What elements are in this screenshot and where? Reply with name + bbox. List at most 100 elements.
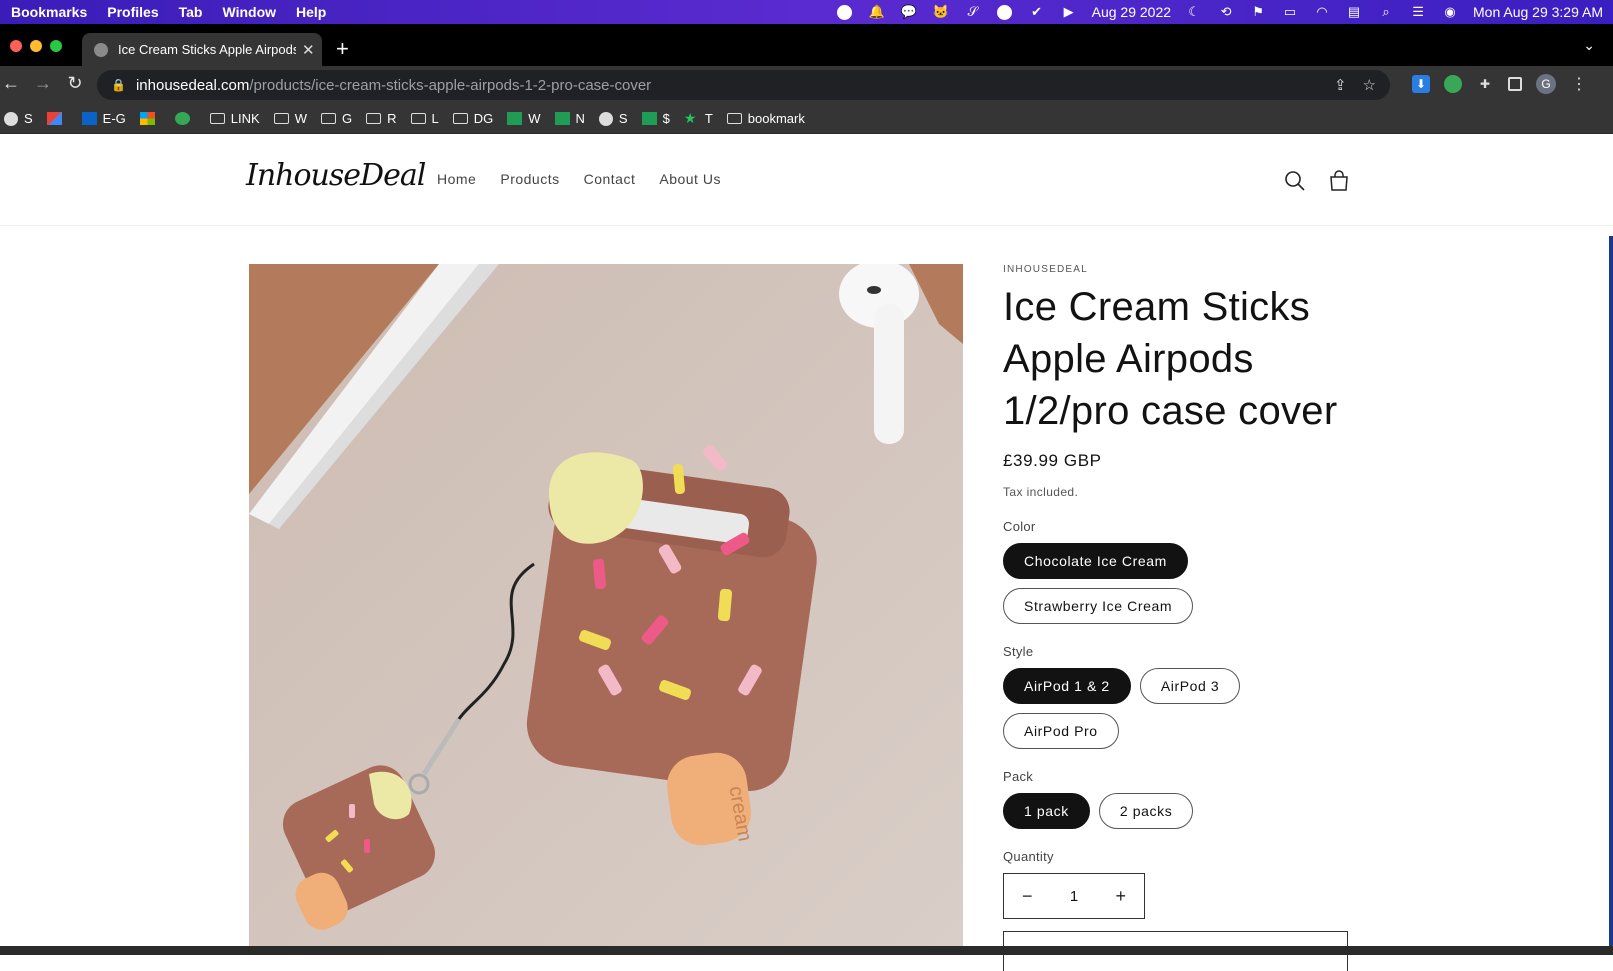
product-price: £39.99 GBP xyxy=(1003,451,1102,470)
menu-bookmarks[interactable]: Bookmarks xyxy=(11,4,87,20)
extensions-puzzle-icon[interactable]: ✚ xyxy=(1476,75,1494,93)
menubar-clock[interactable]: Mon Aug 29 3:29 AM xyxy=(1473,4,1603,20)
moon-icon[interactable]: ☾ xyxy=(1185,4,1203,20)
color-option-chocolate[interactable]: Chocolate Ice Cream xyxy=(1003,543,1188,579)
address-bar[interactable]: 🔒 inhousedeal.com/products/ice-cream-sti… xyxy=(97,70,1390,100)
bookmark-folder[interactable]: DG xyxy=(452,111,493,126)
style-label: Style xyxy=(1003,644,1034,659)
sheets-icon xyxy=(507,112,523,125)
reload-icon[interactable]: ↻ xyxy=(64,73,86,94)
side-panel-icon[interactable] xyxy=(1508,77,1522,91)
site-logo[interactable]: InhouseDeal xyxy=(246,158,426,193)
new-tab-button[interactable]: + xyxy=(336,36,349,62)
lock-icon[interactable]: 🔒 xyxy=(111,78,126,92)
cat-icon[interactable]: 🐱 xyxy=(932,4,950,20)
folder-icon xyxy=(273,113,289,124)
notification-bell-icon[interactable]: 🔔 xyxy=(868,4,886,20)
bookmark-item[interactable] xyxy=(139,112,161,125)
nav-contact[interactable]: Contact xyxy=(584,171,636,187)
folder-icon xyxy=(726,113,742,124)
plus-icon[interactable]: + xyxy=(1115,886,1126,907)
globe-icon xyxy=(598,111,613,126)
profile-avatar[interactable]: G xyxy=(1536,74,1556,94)
scroll-accent-bar xyxy=(1609,236,1613,955)
script-icon[interactable]: 𝒮 xyxy=(964,4,982,20)
tab-close-icon[interactable]: ✕ xyxy=(302,41,315,59)
kebab-menu-icon[interactable]: ⋮ xyxy=(1570,75,1588,93)
bookmark-item[interactable]: ★ T xyxy=(684,111,713,126)
style-option-airpod-pro[interactable]: AirPod Pro xyxy=(1003,713,1119,749)
flag-icon[interactable]: ⚑ xyxy=(1249,4,1267,20)
bookmark-item[interactable]: W xyxy=(507,111,541,126)
bookmark-item[interactable]: $ xyxy=(641,111,670,126)
minus-icon[interactable]: − xyxy=(1022,886,1033,907)
wifi-icon[interactable]: ◠ xyxy=(1313,4,1331,20)
bookmark-item[interactable]: E-G xyxy=(81,111,126,126)
browser-tab-active[interactable]: Ice Cream Sticks Apple Airpods 1/2/pro c… xyxy=(82,33,322,66)
control-center-icon[interactable]: ☰ xyxy=(1409,4,1427,20)
site-nav: Home Products Contact About Us xyxy=(437,171,721,187)
outlook-icon xyxy=(81,112,97,125)
bottom-bar xyxy=(0,946,1613,955)
window-minimize-button[interactable] xyxy=(30,40,42,52)
green-extension-icon[interactable] xyxy=(1444,75,1462,93)
bookmark-folder[interactable]: bookmark xyxy=(726,111,805,126)
search-icon[interactable] xyxy=(1284,170,1306,192)
nav-products[interactable]: Products xyxy=(500,171,559,187)
cart-icon[interactable] xyxy=(1328,170,1350,192)
download-extension-icon[interactable]: ⬇ xyxy=(1412,75,1430,93)
share-icon[interactable]: ⇪ xyxy=(1334,76,1347,94)
style-options: AirPod 1 & 2 AirPod 3 AirPod Pro xyxy=(1003,668,1348,749)
bookmark-item[interactable]: N xyxy=(554,111,585,126)
teamviewer-icon[interactable] xyxy=(836,4,854,20)
check-icon[interactable]: ✔ xyxy=(1028,4,1046,20)
menu-tab[interactable]: Tab xyxy=(179,4,203,20)
macos-menubar: Bookmarks Profiles Tab Window Help 🔔 💬 🐱… xyxy=(0,0,1613,24)
bookmark-folder[interactable]: G xyxy=(320,111,352,126)
bookmark-folder[interactable]: W xyxy=(273,111,307,126)
folder-icon xyxy=(452,113,468,124)
style-option-airpod-3[interactable]: AirPod 3 xyxy=(1139,668,1241,704)
forward-arrow-icon[interactable]: → xyxy=(32,73,54,94)
bookmark-folder[interactable]: R xyxy=(366,111,397,126)
tab-search-chevron-icon[interactable]: ⌄ xyxy=(1583,37,1595,54)
grammarly-icon xyxy=(174,112,190,125)
folder-icon xyxy=(320,113,336,124)
pack-option-2[interactable]: 2 packs xyxy=(1098,793,1194,829)
microsoft-icon xyxy=(139,112,155,125)
spotlight-search-icon[interactable]: ⌕ xyxy=(1377,4,1395,20)
quantity-label: Quantity xyxy=(1003,849,1054,864)
wechat-icon[interactable]: 💬 xyxy=(900,4,918,20)
window-zoom-button[interactable] xyxy=(50,40,62,52)
bookmark-item[interactable] xyxy=(174,112,196,125)
menu-help[interactable]: Help xyxy=(296,4,326,20)
pack-option-1[interactable]: 1 pack xyxy=(1003,793,1090,829)
bookmark-folder[interactable]: LINK xyxy=(209,111,260,126)
product-image[interactable]: cream xyxy=(249,264,963,955)
product-info: INHOUSEDEAL Ice Cream Sticks Apple Airpo… xyxy=(1003,264,1348,971)
nav-about-us[interactable]: About Us xyxy=(659,171,721,187)
time-machine-icon[interactable]: ⟲ xyxy=(1217,4,1235,20)
color-option-strawberry[interactable]: Strawberry Ice Cream xyxy=(1003,588,1194,624)
bookmark-star-icon[interactable]: ☆ xyxy=(1363,76,1376,94)
bookmark-item[interactable] xyxy=(46,112,68,125)
sheets-icon xyxy=(554,112,570,125)
bookmark-folder[interactable]: L xyxy=(410,111,439,126)
product-title: Ice Cream Sticks Apple Airpods 1/2/pro c… xyxy=(1003,285,1338,433)
bookmark-item[interactable]: S xyxy=(598,111,628,126)
quantity-value[interactable]: 1 xyxy=(1070,888,1078,905)
menu-profiles[interactable]: Profiles xyxy=(107,4,158,20)
battery-icon[interactable]: ▭ xyxy=(1281,4,1299,20)
menu-window[interactable]: Window xyxy=(222,4,276,20)
folder-icon xyxy=(410,113,426,124)
siri-icon[interactable]: ◉ xyxy=(1441,4,1459,20)
play-icon[interactable]: ▶ xyxy=(1060,4,1078,20)
menubar-date[interactable]: Aug 29 2022 xyxy=(1092,4,1171,20)
nav-home[interactable]: Home xyxy=(437,171,476,187)
bookmark-item[interactable]: S xyxy=(4,111,33,126)
window-close-button[interactable] xyxy=(10,40,22,52)
keyboard-icon[interactable]: ▤ xyxy=(1345,4,1363,20)
style-option-airpod-1-2[interactable]: AirPod 1 & 2 xyxy=(1003,668,1131,704)
line-icon[interactable] xyxy=(996,4,1014,20)
back-arrow-icon[interactable]: ← xyxy=(0,73,22,94)
